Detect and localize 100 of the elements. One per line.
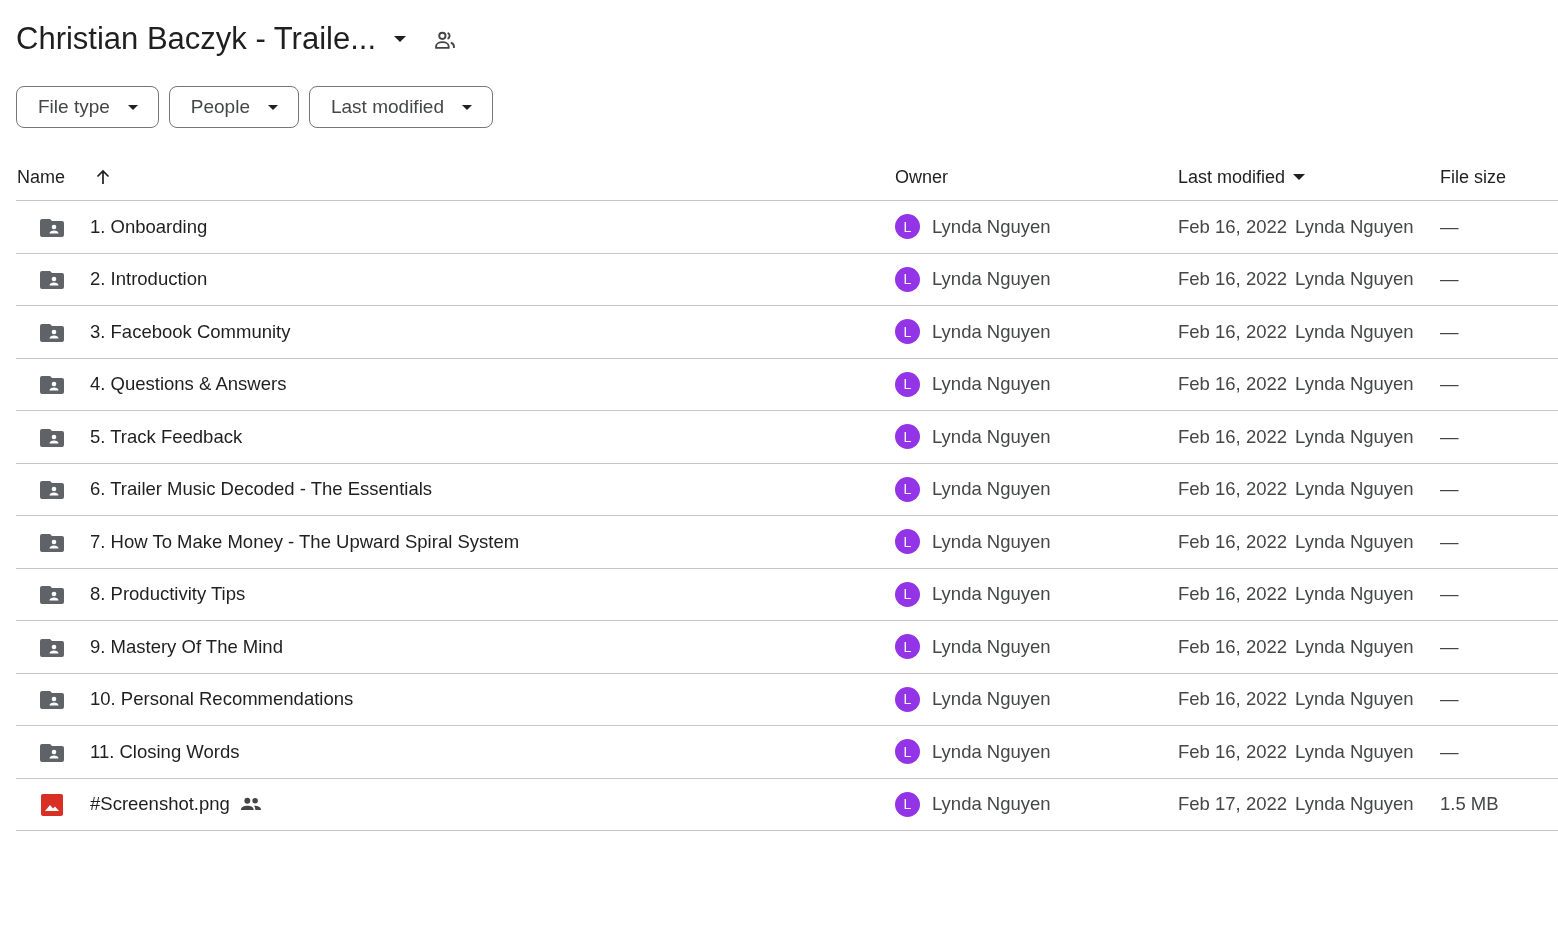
modified-by: Lynda Nguyen <box>1295 635 1414 658</box>
modified-date: Feb 16, 2022 <box>1178 425 1288 448</box>
file-size: — <box>1440 320 1459 343</box>
owner-name: Lynda Nguyen <box>932 793 1051 816</box>
file-size: — <box>1440 373 1459 396</box>
modified-by: Lynda Nguyen <box>1295 373 1414 396</box>
file-row[interactable]: 9. Mastery Of The Mind L Lynda Nguyen Feb 16, 2022 Lynda Nguyen — <box>16 621 1558 674</box>
modified-date: Feb 17, 2022 <box>1178 793 1288 816</box>
owner-avatar: L <box>895 424 920 450</box>
filter-button[interactable]: File type <box>16 86 159 128</box>
file-size: 1.5 MB <box>1440 793 1499 816</box>
owner-avatar: L <box>895 214 920 240</box>
file-size: — <box>1440 635 1459 658</box>
filter-button[interactable]: Last modified <box>309 86 493 128</box>
file-size: — <box>1440 425 1459 448</box>
owner-name: Lynda Nguyen <box>932 688 1051 711</box>
file-row[interactable]: 1. Onboarding L Lynda Nguyen Feb 16, 2022 Lynda Nguyen — <box>16 201 1558 254</box>
file-name[interactable]: 1. Onboarding <box>90 215 208 238</box>
column-header[interactable]: Last modified <box>1178 166 1286 188</box>
caret-icon <box>462 104 472 110</box>
modified-by: Lynda Nguyen <box>1295 740 1414 763</box>
file-row[interactable]: 2. Introduction L Lynda Nguyen Feb 16, 2022 Lynda Nguyen — <box>16 253 1558 306</box>
caret-icon <box>268 104 278 110</box>
file-size: — <box>1440 215 1459 238</box>
owner-name: Lynda Nguyen <box>932 215 1051 238</box>
image-file-icon <box>40 792 64 817</box>
modified-by: Lynda Nguyen <box>1295 215 1414 238</box>
file-name[interactable]: 2. Introduction <box>90 268 208 291</box>
owner-avatar: L <box>895 266 920 292</box>
file-row[interactable]: 3. Facebook Community L Lynda Nguyen Feb 16, 2022 Lynda Nguyen — <box>16 306 1558 359</box>
file-size: — <box>1440 740 1459 763</box>
modified-date: Feb 16, 2022 <box>1178 688 1288 711</box>
modified-date: Feb 16, 2022 <box>1178 320 1288 343</box>
caret-icon <box>394 36 407 42</box>
file-name[interactable]: 4. Questions & Answers <box>90 373 287 396</box>
people-icon[interactable] <box>434 29 457 49</box>
file-name[interactable]: #Screenshot.png <box>90 793 230 816</box>
modified-by: Lynda Nguyen <box>1295 793 1414 816</box>
modified-date: Feb 16, 2022 <box>1178 635 1288 658</box>
file-size: — <box>1440 530 1459 553</box>
owner-name: Lynda Nguyen <box>932 583 1051 606</box>
modified-by: Lynda Nguyen <box>1295 425 1414 448</box>
file-size: — <box>1440 478 1459 501</box>
column-header[interactable]: File size <box>1440 166 1506 188</box>
file-name[interactable]: 3. Facebook Community <box>90 320 291 343</box>
file-row[interactable]: 11. Closing Words L Lynda Nguyen Feb 16, 2022 Lynda Nguyen — <box>16 726 1558 779</box>
modified-by: Lynda Nguyen <box>1295 478 1414 501</box>
owner-avatar: L <box>895 686 920 712</box>
file-row[interactable]: 5. Track Feedback L Lynda Nguyen Feb 16, 2022 Lynda Nguyen — <box>16 411 1558 464</box>
arrow-up-icon[interactable] <box>95 169 111 185</box>
owner-avatar: L <box>895 791 920 817</box>
owner-avatar: L <box>895 529 920 555</box>
file-size: — <box>1440 688 1459 711</box>
file-name[interactable]: 5. Track Feedback <box>90 425 243 448</box>
file-name[interactable]: 9. Mastery Of The Mind <box>90 635 283 658</box>
file-name[interactable]: 11. Closing Words <box>90 740 240 763</box>
file-name[interactable]: 10. Personal Recommendations <box>90 688 354 711</box>
modified-date: Feb 16, 2022 <box>1178 478 1288 501</box>
caret-icon <box>127 104 138 110</box>
owner-name: Lynda Nguyen <box>932 740 1051 763</box>
modified-by: Lynda Nguyen <box>1295 268 1414 291</box>
column-header[interactable]: Name <box>17 166 65 188</box>
file-row[interactable]: 8. Productivity Tips L Lynda Nguyen Feb 16, 2022 Lynda Nguyen — <box>16 568 1558 621</box>
modified-date: Feb 16, 2022 <box>1178 740 1288 763</box>
owner-avatar: L <box>895 476 920 502</box>
owner-avatar: L <box>895 739 920 765</box>
owner-name: Lynda Nguyen <box>932 478 1051 501</box>
caret-icon[interactable] <box>1293 174 1306 180</box>
modified-by: Lynda Nguyen <box>1295 530 1414 553</box>
modified-date: Feb 16, 2022 <box>1178 215 1288 238</box>
modified-by: Lynda Nguyen <box>1295 320 1414 343</box>
file-row[interactable]: 10. Personal Recommendations L Lynda Nguyen Feb 16, 2022 Lynda Nguyen — <box>16 673 1558 726</box>
file-name[interactable]: 7. How To Make Money - The Upward Spiral System <box>90 530 520 553</box>
file-row[interactable]: 4. Questions & Answers L Lynda Nguyen Feb 16, 2022 Lynda Nguyen — <box>16 358 1558 411</box>
owner-name: Lynda Nguyen <box>932 320 1051 343</box>
modified-by: Lynda Nguyen <box>1295 688 1414 711</box>
folder-title[interactable]: Christian Baczyk - Traile... <box>16 21 377 57</box>
owner-name: Lynda Nguyen <box>932 268 1051 291</box>
file-size: — <box>1440 268 1459 291</box>
file-row[interactable]: 6. Trailer Music Decoded - The Essentials L Lynda Nguyen Feb 16, 2022 Lynda Nguyen — <box>16 463 1558 516</box>
owner-name: Lynda Nguyen <box>932 635 1051 658</box>
modified-date: Feb 16, 2022 <box>1178 583 1288 606</box>
modified-date: Feb 16, 2022 <box>1178 530 1288 553</box>
filter-button[interactable]: People <box>168 86 299 128</box>
modified-date: Feb 16, 2022 <box>1178 373 1288 396</box>
file-row[interactable]: 7. How To Make Money - The Upward Spiral System L Lynda Nguyen Feb 16, 2022 Lynda Nguyen — <box>16 516 1558 569</box>
owner-avatar: L <box>895 371 920 397</box>
file-name[interactable]: 6. Trailer Music Decoded - The Essentials <box>90 478 433 501</box>
modified-date: Feb 16, 2022 <box>1178 268 1288 291</box>
column-header[interactable]: Owner <box>895 166 948 188</box>
file-name[interactable]: 8. Productivity Tips <box>90 583 246 606</box>
owner-name: Lynda Nguyen <box>932 530 1051 553</box>
owner-avatar: L <box>895 581 920 607</box>
modified-by: Lynda Nguyen <box>1295 583 1414 606</box>
owner-name: Lynda Nguyen <box>932 425 1051 448</box>
file-row[interactable]: #Screenshot.png L Lynda Nguyen Feb 17, 2022 Lynda Nguyen 1.5 MB <box>16 778 1558 831</box>
owner-avatar: L <box>895 319 920 345</box>
owner-avatar: L <box>895 634 920 660</box>
owner-name: Lynda Nguyen <box>932 373 1051 396</box>
file-size: — <box>1440 583 1459 606</box>
